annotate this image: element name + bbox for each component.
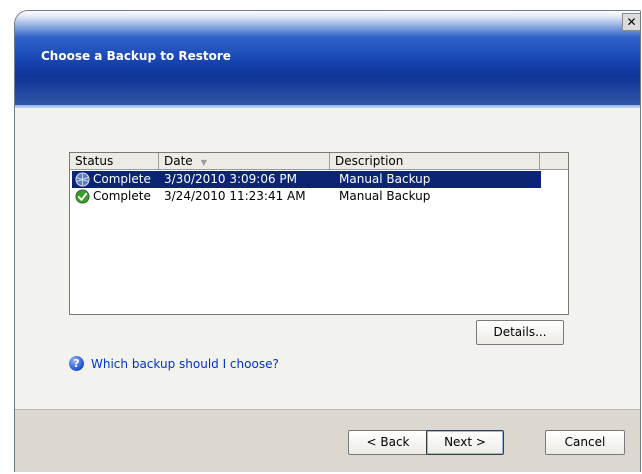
restore-dialog-window: Choose a Backup to Restore ✕ Status Date… xyxy=(14,10,641,472)
back-button[interactable]: < Back xyxy=(348,430,428,455)
row-date-cell: 3/30/2010 3:09:06 PM xyxy=(164,172,298,186)
details-button[interactable]: Details... xyxy=(476,320,564,345)
help-icon[interactable]: ? xyxy=(69,356,84,371)
row-description-cell: Manual Backup xyxy=(339,172,431,186)
next-button[interactable]: Next > xyxy=(426,430,504,455)
table-row[interactable]: Complete 3/30/2010 3:09:06 PM Manual Bac… xyxy=(72,171,541,188)
check-icon xyxy=(75,189,90,204)
column-header-status[interactable]: Status xyxy=(70,153,159,169)
sort-descending-icon: ▼ xyxy=(200,158,207,167)
backup-globe-icon xyxy=(75,172,90,187)
row-status-text: Complete xyxy=(93,189,151,203)
table-row[interactable]: Complete 3/24/2010 11:23:41 AM Manual Ba… xyxy=(72,188,541,205)
page-title: Choose a Backup to Restore xyxy=(41,49,231,63)
cancel-button[interactable]: Cancel xyxy=(545,430,625,455)
list-header: Status Date ▼ Description xyxy=(70,153,568,170)
close-button[interactable]: ✕ xyxy=(622,13,640,31)
help-link-area[interactable]: ? Which backup should I choose? xyxy=(69,356,279,371)
row-status-cell: Complete xyxy=(72,171,160,188)
dialog-content: Status Date ▼ Description Complete 3/30/2… xyxy=(15,108,640,409)
column-header-date[interactable]: Date ▼ xyxy=(159,153,330,169)
row-description-cell: Manual Backup xyxy=(339,189,431,203)
backup-list[interactable]: Status Date ▼ Description Complete 3/30/2… xyxy=(69,152,569,315)
dialog-footer: < Back Next > Cancel xyxy=(15,409,640,472)
column-header-description[interactable]: Description xyxy=(330,153,540,169)
close-icon: ✕ xyxy=(626,15,637,29)
row-date-cell: 3/24/2010 11:23:41 AM xyxy=(164,189,306,203)
column-header-filler xyxy=(540,153,568,169)
row-status-cell: Complete xyxy=(72,188,160,205)
dialog-header: Choose a Backup to Restore xyxy=(15,11,640,105)
row-status-text: Complete xyxy=(93,172,151,186)
help-link[interactable]: Which backup should I choose? xyxy=(91,357,279,371)
header-sheen xyxy=(15,75,640,105)
